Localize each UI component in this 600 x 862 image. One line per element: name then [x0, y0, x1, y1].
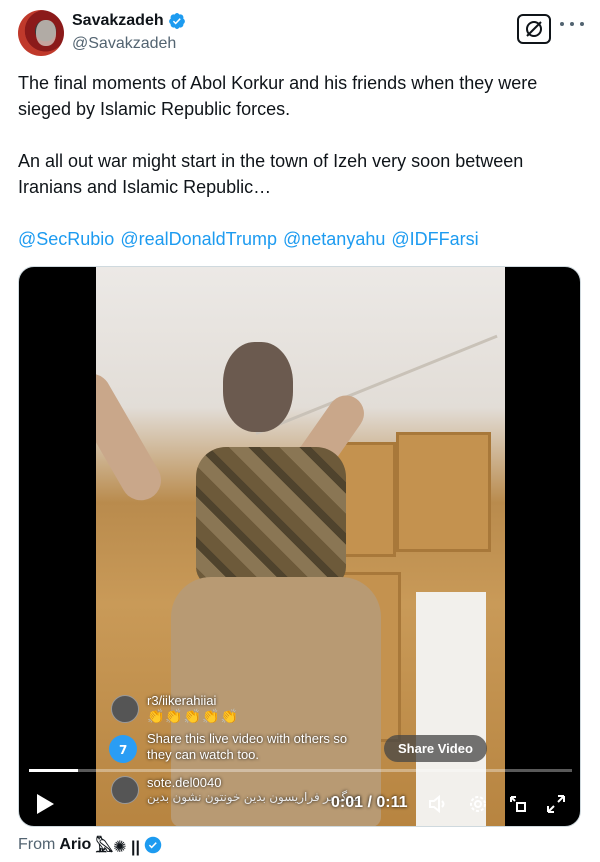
overlay-comment-top: r3/iikerahiiai 👏👏👏👏👏 — [111, 693, 239, 725]
video-progress-fill — [29, 769, 78, 772]
mentions: @SecRubio @realDonaldTrump @netanyahu @IDFF… — [18, 226, 584, 252]
author-handle[interactable]: @Savakzadeh — [72, 35, 176, 53]
settings-gear-icon[interactable] — [467, 793, 489, 815]
grok-icon — [526, 21, 542, 37]
attribution-prefix: From — [18, 836, 56, 853]
author-name-row: Savakzadeh — [72, 12, 186, 30]
mention-link[interactable]: @netanyahu — [283, 229, 385, 249]
video-time: 0:01 / 0:11 — [331, 794, 408, 811]
commenter-name: r3/iikerahiiai — [147, 693, 217, 708]
telegram-icon: 7 — [109, 735, 137, 763]
commenter-avatar — [111, 695, 139, 723]
attribution-suffix: 𓅓✺ || — [95, 839, 140, 856]
tweet-text: The final moments of Abol Korkur and his… — [18, 70, 584, 278]
grok-button[interactable] — [517, 14, 551, 44]
verified-badge-icon — [144, 836, 162, 854]
overlay-emojis: 👏👏👏👏👏 — [147, 708, 240, 724]
tweet-paragraph-1: The final moments of Abol Korkur and his… — [18, 73, 538, 119]
picture-in-picture-icon[interactable] — [507, 793, 529, 815]
video-attribution: From Ario 𓅓✺ || — [18, 832, 162, 858]
attribution-name[interactable]: Ario — [59, 836, 91, 854]
svg-text:7: 7 — [119, 743, 127, 756]
share-live-text: Share this live video with others so the… — [147, 731, 348, 762]
author-display-name[interactable]: Savakzadeh — [72, 12, 164, 30]
author-avatar[interactable] — [18, 10, 64, 56]
tweet-paragraph-2: An all out war might start in the town o… — [18, 151, 524, 197]
mention-link[interactable]: @IDFFarsi — [391, 229, 478, 249]
mention-link[interactable]: @SecRubio — [18, 229, 114, 249]
verified-badge-icon — [168, 12, 185, 30]
video-controls: 0:01 / 0:11 — [19, 785, 580, 821]
share-live-prompt: 7 Share this live video with others so t… — [109, 731, 367, 763]
fullscreen-icon[interactable] — [545, 793, 567, 815]
video-player[interactable]: r3/iikerahiiai 👏👏👏👏👏 7 Share this live v… — [18, 266, 581, 827]
video-progress-bar[interactable] — [29, 769, 572, 772]
more-dots-icon[interactable] — [560, 14, 584, 34]
mention-link[interactable]: @realDonaldTrump — [120, 229, 277, 249]
share-video-button[interactable]: Share Video — [384, 735, 487, 762]
play-icon[interactable] — [35, 793, 55, 815]
volume-icon[interactable] — [427, 793, 449, 815]
